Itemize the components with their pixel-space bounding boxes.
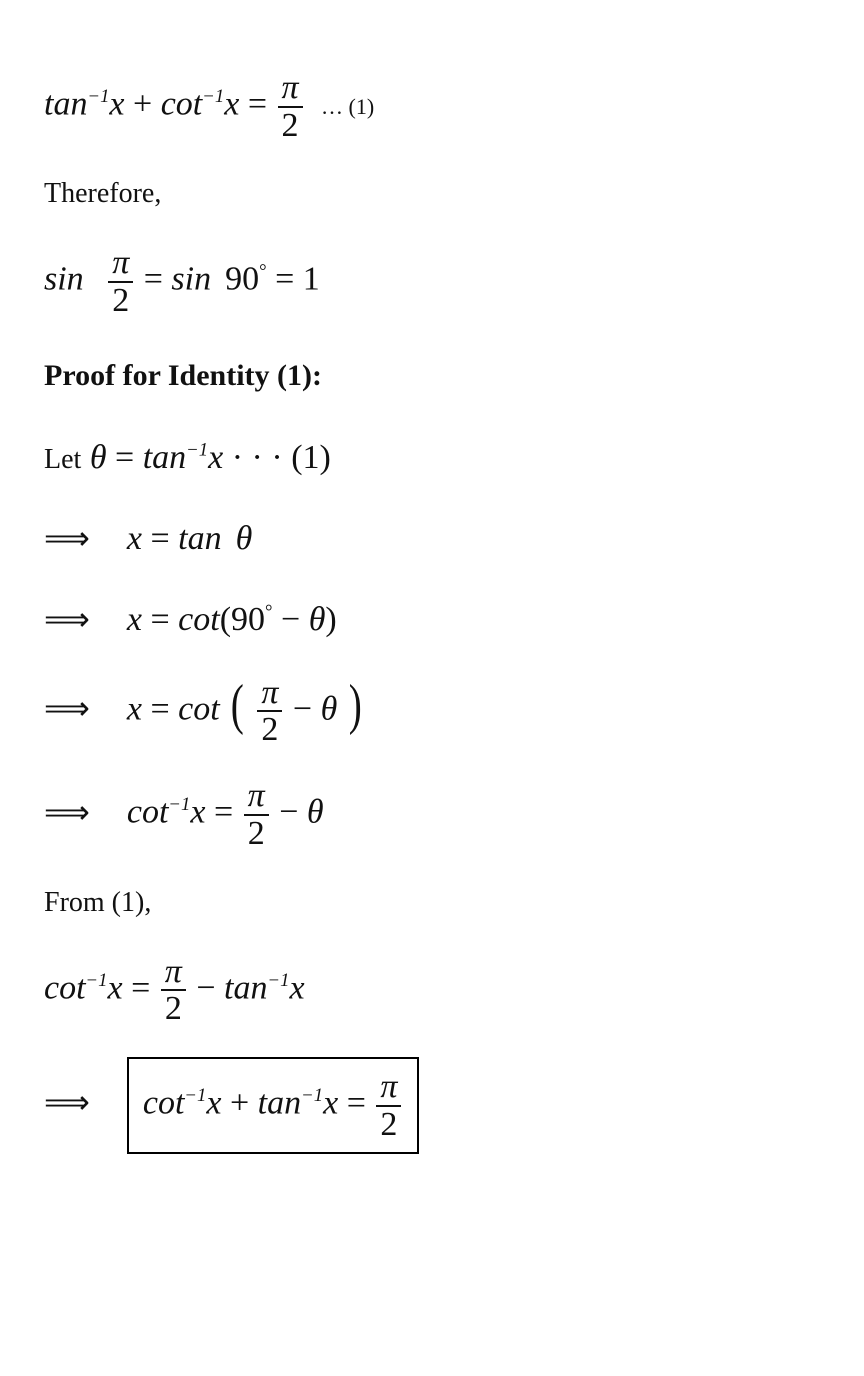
minus-b: − (293, 690, 312, 727)
sup-1b: −1 (202, 86, 224, 107)
pi-over-2-e: π 2 (161, 954, 186, 1027)
boxed-identity: cot−1x + tan−1x = π 2 (127, 1057, 420, 1154)
sup-6: −1 (184, 1085, 206, 1106)
theta-c: θ (309, 601, 326, 638)
tan-c: tan (178, 520, 221, 557)
pi-over-2-b: π 2 (108, 245, 133, 318)
minus-d: − (196, 969, 215, 1006)
step-cotinv: ⟹ cot−1x = π 2 − θ (44, 778, 820, 851)
cot-text: cot (161, 85, 203, 122)
tan-d: tan (224, 969, 267, 1006)
implies-2: ⟹ (44, 601, 86, 637)
cot-f: cot (143, 1084, 185, 1121)
sin-a: sin (44, 261, 84, 298)
sup-5: −1 (267, 970, 289, 991)
let-word: Let (44, 444, 81, 475)
x-1b: x (224, 85, 239, 122)
pi-over-2-f: π 2 (376, 1069, 401, 1142)
dots-b: · · · (232, 439, 283, 476)
theta-e: θ (307, 794, 324, 831)
step-xcot90: ⟹ x = cot(90° − θ) (44, 594, 820, 645)
boxed-result-line: ⟹ cot−1x + tan−1x = π 2 (44, 1057, 820, 1154)
pi-over-2-c: π 2 (257, 675, 282, 748)
degree-b: ° (265, 601, 272, 622)
ninety-b: 90 (231, 601, 265, 638)
let-line: Let θ = tan−1x · · · (1) (44, 432, 820, 483)
x-2: x (208, 439, 223, 476)
x-6: x (190, 794, 205, 831)
implies-5: ⟹ (44, 1084, 86, 1120)
x-4: x (127, 601, 142, 638)
implies-1: ⟹ (44, 520, 86, 556)
ref-b: (1) (291, 439, 331, 476)
proof-heading: Proof for Identity (1): (44, 353, 820, 398)
step-substitute: cot−1x = π 2 − tan−1x (44, 954, 820, 1027)
eq-2a: = (144, 261, 163, 298)
minus-c: − (279, 794, 298, 831)
one: 1 (303, 261, 320, 298)
eq-6: = (150, 690, 169, 727)
x-1a: x (109, 85, 124, 122)
x-9: x (206, 1084, 221, 1121)
degree-a: ° (259, 262, 266, 283)
cot-c: cot (178, 690, 220, 727)
step-xtantheta: ⟹ x = tanθ (44, 513, 820, 564)
implies-3: ⟹ (44, 690, 86, 726)
implies-4: ⟹ (44, 794, 86, 830)
minus-a: − (281, 601, 300, 638)
sup-2: −1 (186, 439, 208, 460)
eq-5: = (150, 601, 169, 638)
x-5: x (127, 690, 142, 727)
eq-7: = (214, 794, 233, 831)
tan-b: tan (143, 439, 186, 476)
plus-1: + (133, 85, 152, 122)
pi-over-2-a: π 2 (278, 70, 303, 143)
x-3: x (127, 520, 142, 557)
from-line: From (1), (44, 882, 820, 924)
eq-1: = (248, 85, 267, 122)
sup-1a: −1 (87, 86, 109, 107)
tan-e: tan (258, 1084, 301, 1121)
cot-e: cot (44, 969, 86, 1006)
step-xcotpi2: ⟹ x = cot ( π 2 − θ ) (44, 675, 820, 748)
theta-d: θ (321, 690, 338, 727)
cot-d: cot (127, 794, 169, 831)
identity-equation: tan−1x + cot−1x = π 2 … (1) (44, 70, 820, 143)
x-10: x (323, 1084, 338, 1121)
sup-3: −1 (168, 794, 190, 815)
x-7: x (108, 969, 123, 1006)
sup-4: −1 (86, 970, 108, 991)
plus-2: + (230, 1084, 249, 1121)
sup-7: −1 (301, 1085, 323, 1106)
eq-9: = (347, 1084, 366, 1121)
therefore-text: Therefore, (44, 173, 820, 215)
theta-a: θ (90, 439, 107, 476)
tan-text: tan (44, 85, 87, 122)
pi-over-2-d: π 2 (244, 778, 269, 851)
sin-b: sin (171, 261, 211, 298)
eq-3: = (115, 439, 134, 476)
eq-2b: = (275, 261, 294, 298)
eq-4: = (150, 520, 169, 557)
sin-eval-line: sin π 2 = sin 90° = 1 (44, 245, 820, 318)
theta-b: θ (236, 520, 253, 557)
cot-b: cot (178, 601, 220, 638)
eqnum-1: … (1) (321, 94, 374, 119)
eq-8: = (131, 969, 150, 1006)
x-8: x (289, 969, 304, 1006)
ninety: 90 (225, 261, 259, 298)
